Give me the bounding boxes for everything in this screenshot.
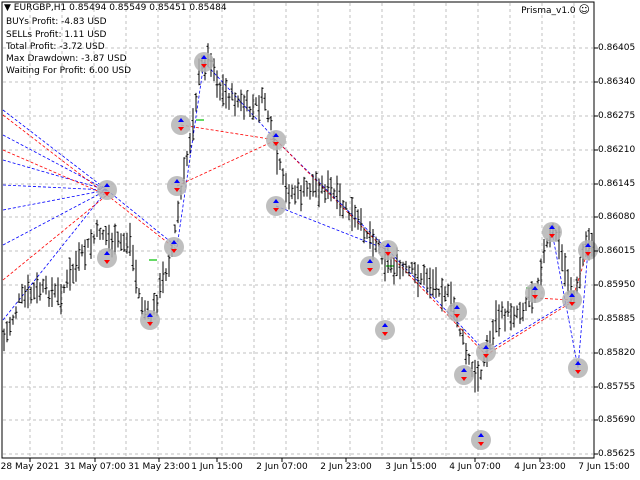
buys-profit: BUYs Profit: -4.83 USD bbox=[6, 17, 107, 27]
price-label: 0.85625 bbox=[598, 449, 636, 459]
time-label: 2 Jun 23:00 bbox=[320, 462, 372, 472]
time-label: 31 May 07:00 bbox=[64, 462, 126, 472]
order-connector-line bbox=[2, 109, 108, 191]
price-label: 0.85950 bbox=[598, 280, 636, 290]
order-connector-line bbox=[180, 124, 277, 141]
total-profit: Total Profit: -3.72 USD bbox=[6, 42, 105, 52]
order-connector-line bbox=[2, 149, 108, 196]
time-label: 1 Jun 15:00 bbox=[191, 462, 243, 472]
price-label: 0.85755 bbox=[598, 382, 636, 392]
max-drawdown: Max Drawdown: -3.87 USD bbox=[6, 54, 127, 64]
waiting-for-profit: Waiting For Profit: 6.00 USD bbox=[6, 66, 132, 76]
time-label: 7 Jun 15:00 bbox=[578, 462, 630, 472]
order-connector-line bbox=[275, 205, 389, 251]
chart-menu-triangle-icon[interactable]: ▼ bbox=[4, 3, 14, 13]
price-label: 0.86145 bbox=[598, 179, 636, 189]
smiley-icon: ☺ bbox=[578, 3, 590, 16]
price-label: 0.86275 bbox=[598, 111, 636, 121]
time-label: 4 Jun 23:00 bbox=[514, 462, 566, 472]
indicator-label: Prisma_v1.0 bbox=[521, 6, 576, 16]
chart-window[interactable]: ▼ EURGBP,H1 0.85494 0.85549 0.85451 0.85… bbox=[0, 0, 640, 480]
order-connector-line bbox=[275, 139, 389, 251]
sells-profit: SELLs Profit: 1.11 USD bbox=[6, 30, 107, 40]
price-label: 0.86210 bbox=[598, 145, 636, 155]
order-connector-line bbox=[2, 189, 108, 211]
order-connector-line bbox=[2, 114, 108, 196]
price-label: 0.85885 bbox=[598, 314, 636, 324]
symbol-title: ▼ EURGBP,H1 0.85494 0.85549 0.85451 0.85… bbox=[4, 3, 227, 13]
price-label: 0.86015 bbox=[598, 246, 636, 256]
price-label: 0.86405 bbox=[598, 43, 636, 53]
price-label: 0.86080 bbox=[598, 212, 636, 222]
order-connector-line bbox=[2, 134, 108, 191]
indicator-name: Prisma_v1.0 ☺ bbox=[521, 3, 590, 16]
price-label: 0.86340 bbox=[598, 77, 636, 87]
time-label: 2 Jun 07:00 bbox=[256, 462, 308, 472]
time-label: 31 May 23:00 bbox=[128, 462, 190, 472]
time-label: 4 Jun 07:00 bbox=[449, 462, 501, 472]
time-label: 28 May 2021 bbox=[0, 462, 60, 472]
price-label: 0.85820 bbox=[598, 348, 636, 358]
price-label: 0.85690 bbox=[598, 415, 636, 425]
order-connector-line bbox=[275, 139, 389, 254]
time-label: 3 Jun 15:00 bbox=[385, 462, 437, 472]
